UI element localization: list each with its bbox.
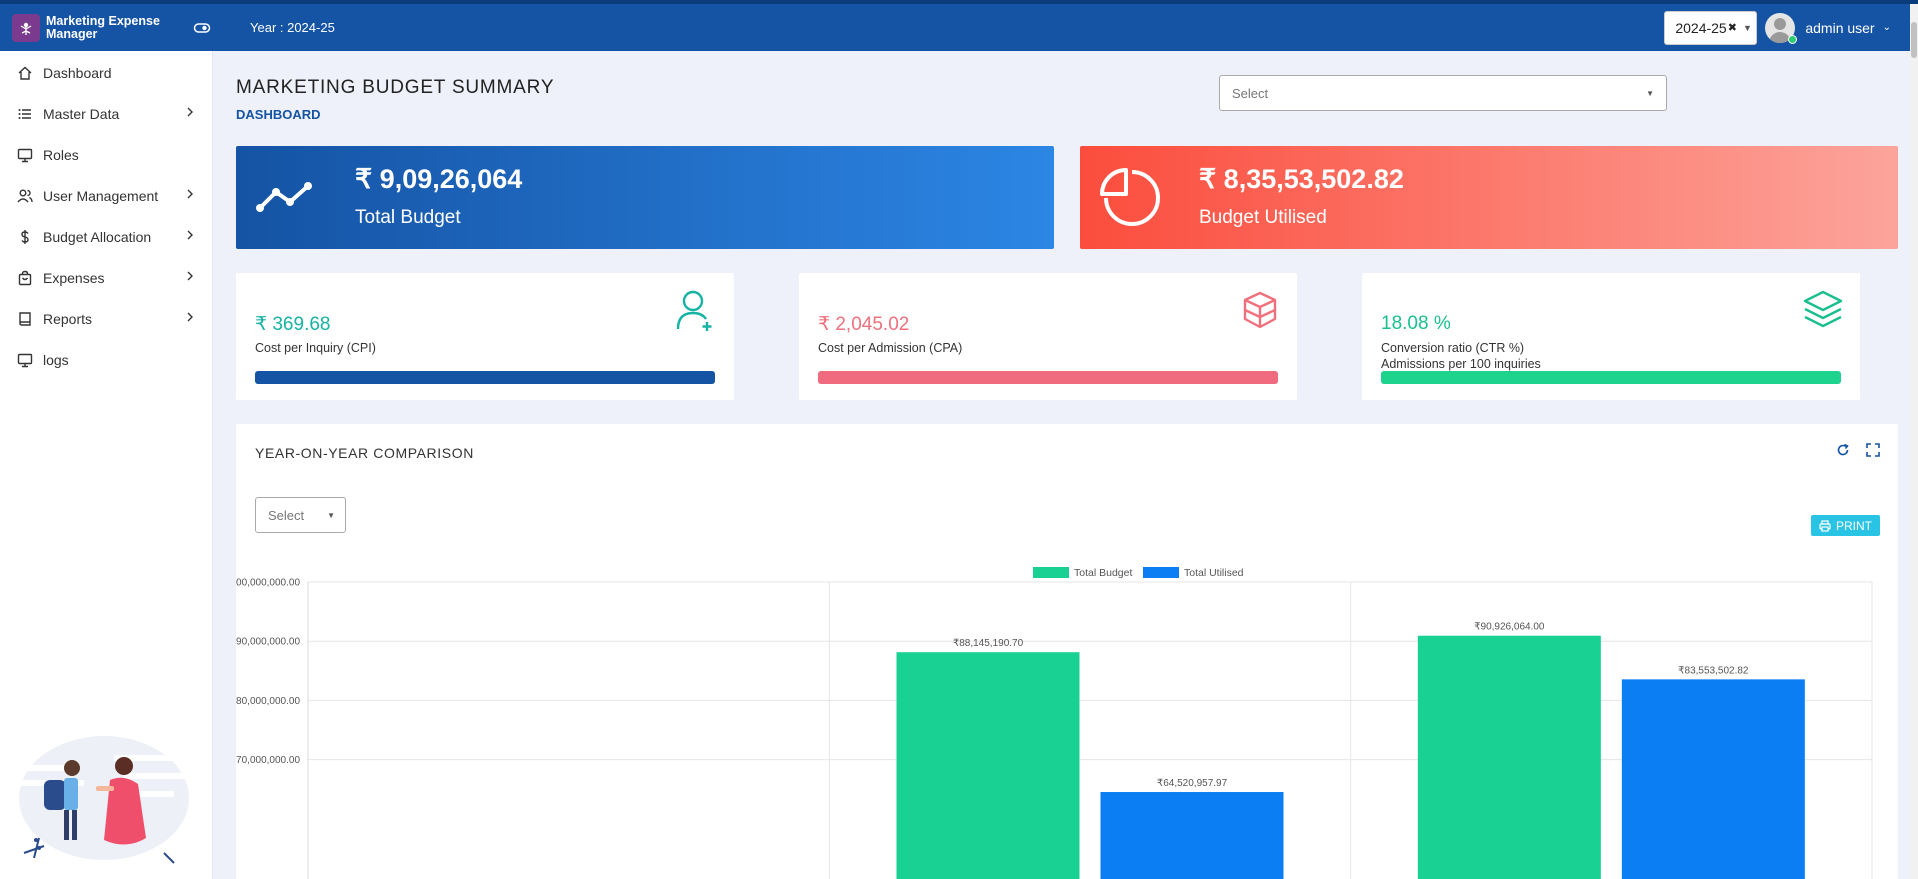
chevron-right-icon [187,312,193,322]
cpa-card: ₹ 2,045.02 Cost per Admission (CPA) [799,273,1297,400]
stat-label: Conversion ratio (CTR %) [1381,341,1525,355]
page-title: MARKETING BUDGET SUMMARY [236,77,555,98]
stat-progress-fill [818,371,1278,384]
sidebar: Dashboard Master Data Roles User Management… [0,51,213,879]
parent-child-illustration [19,736,189,864]
stat-value: 18.08 % [1381,313,1451,334]
caret-down-icon: ▼ [1742,22,1752,33]
stat-label: Cost per Admission (CPA) [818,341,963,355]
bar-total-utilised [1100,792,1284,879]
sidebar-item-budget-allocation[interactable]: Budget Allocation [0,216,212,257]
legend-label: Total Budget [1074,567,1132,579]
bar-total-utilised [1621,679,1805,879]
stat-progress-fill [1381,371,1841,384]
home-icon [18,66,32,80]
layers-icon [1803,290,1843,328]
chevron-right-icon [187,271,193,281]
filter-select-placeholder: Select [1232,85,1269,101]
budget-utilised-label: Budget Utilised [1199,207,1327,228]
book-icon [19,311,31,326]
chevron-right-icon [187,230,193,240]
sidebar-item-label: logs [43,351,69,368]
box-icon [1243,291,1277,329]
stat-value: ₹ 2,045.02 [818,314,910,335]
filter-select[interactable]: Select ▼ [1219,75,1667,111]
legend-swatch [1033,567,1069,578]
y-tick-label: ₹70,000,000.00 [236,755,300,766]
brand-logo-icon [12,13,40,42]
scrollbar-thumb[interactable] [1911,22,1917,58]
sidebar-item-label: Master Data [43,105,120,122]
y-tick-label: ₹80,000,000.00 [236,696,300,707]
chevron-down-icon[interactable]: ⌄ [1883,22,1891,33]
page-scrollbar[interactable] [1910,4,1918,879]
sidebar-item-label: Budget Allocation [43,228,152,245]
yoy-comparison-panel: YEAR-ON-YEAR COMPARISON Select ▼ PRINT ₹… [236,424,1898,879]
brand[interactable]: Marketing Expense Manager [0,13,213,42]
bar-value-label: ₹64,520,957.97 [1157,778,1228,789]
user-plus-icon [676,290,712,331]
monitor-icon [17,148,33,162]
stat-label: Cost per Inquiry (CPI) [255,341,376,355]
sidebar-item-label: Dashboard [43,64,112,81]
brand-name: Marketing Expense Manager [46,13,160,41]
stat-progress-track [818,371,1278,384]
online-status-icon [1788,34,1798,44]
trend-line-icon [256,182,312,212]
total-budget-card: ₹ 9,09,26,064 Total Budget [236,146,1054,249]
sidebar-item-reports[interactable]: Reports [0,298,212,339]
yoy-bar-chart: ₹100,000,000.00 ₹90,000,000.00 ₹80,000,000… [236,567,1873,879]
sidebar-item-expenses[interactable]: Expenses [0,257,212,298]
legend-label: Total Utilised [1184,567,1244,579]
stat-progress-track [1381,371,1841,384]
breadcrumb[interactable]: DASHBOARD [236,107,321,122]
sidebar-item-label: User Management [43,187,159,204]
conversion-card: 18.08 % Conversion ratio (CTR %) Admission… [1362,273,1860,400]
caret-down-icon: ▼ [1646,88,1654,98]
legend-swatch [1143,567,1179,578]
year-label: Year : 2024-25 [250,20,335,35]
chevron-right-icon [187,189,193,199]
sidebar-item-label: Reports [43,310,93,327]
stat-progress-fill [255,371,715,384]
chevron-right-icon [187,107,193,117]
bar-value-label: ₹88,145,190.70 [953,638,1024,649]
total-budget-label: Total Budget [355,207,461,228]
top-navbar: Marketing Expense Manager Year : 2024-25… [0,4,1918,51]
monitor-icon [17,353,33,367]
cpi-card: ₹ 369.68 Cost per Inquiry (CPI) [236,273,734,400]
main-content: MARKETING BUDGET SUMMARY DASHBOARD Selec… [214,51,1910,879]
bar-total-budget [896,652,1080,879]
dollar-icon [21,229,29,244]
sidebar-item-roles[interactable]: Roles [0,134,212,175]
sidebar-toggle-icon[interactable] [193,19,211,37]
total-budget-amount: ₹ 9,09,26,064 [355,164,523,194]
y-tick-label: ₹90,000,000.00 [236,637,300,648]
stat-value: ₹ 369.68 [255,314,331,335]
stat-progress-track [255,371,715,384]
sidebar-item-label: Expenses [43,269,105,286]
sidebar-item-dashboard[interactable]: Dashboard [0,52,212,93]
year-select-value: 2024-25 [1675,19,1727,36]
sidebar-item-label: Roles [43,146,79,163]
bar-total-budget [1417,635,1601,879]
bar-value-label: ₹83,553,502.82 [1678,665,1749,676]
bar-value-label: ₹90,926,064.00 [1474,622,1545,633]
user-name[interactable]: admin user [1805,20,1874,36]
stat-sublabel: Admissions per 100 inquiries [1381,357,1541,371]
users-icon [17,189,33,202]
sidebar-item-logs[interactable]: logs [0,339,212,380]
y-tick-label: ₹100,000,000.00 [236,578,300,589]
sidebar-item-master-data[interactable]: Master Data [0,93,212,134]
year-select[interactable]: 2024-25 ✖ ▼ [1664,10,1758,45]
list-icon [18,108,31,119]
bag-icon [18,270,32,285]
sidebar-item-user-management[interactable]: User Management [0,175,212,216]
budget-utilised-amount: ₹ 8,35,53,502.82 [1199,164,1404,194]
clear-icon[interactable]: ✖ [1728,21,1737,34]
user-avatar[interactable] [1765,12,1805,44]
budget-utilised-card: ₹ 8,35,53,502.82 Budget Utilised [1080,146,1898,249]
pie-chart-icon [1100,168,1160,226]
